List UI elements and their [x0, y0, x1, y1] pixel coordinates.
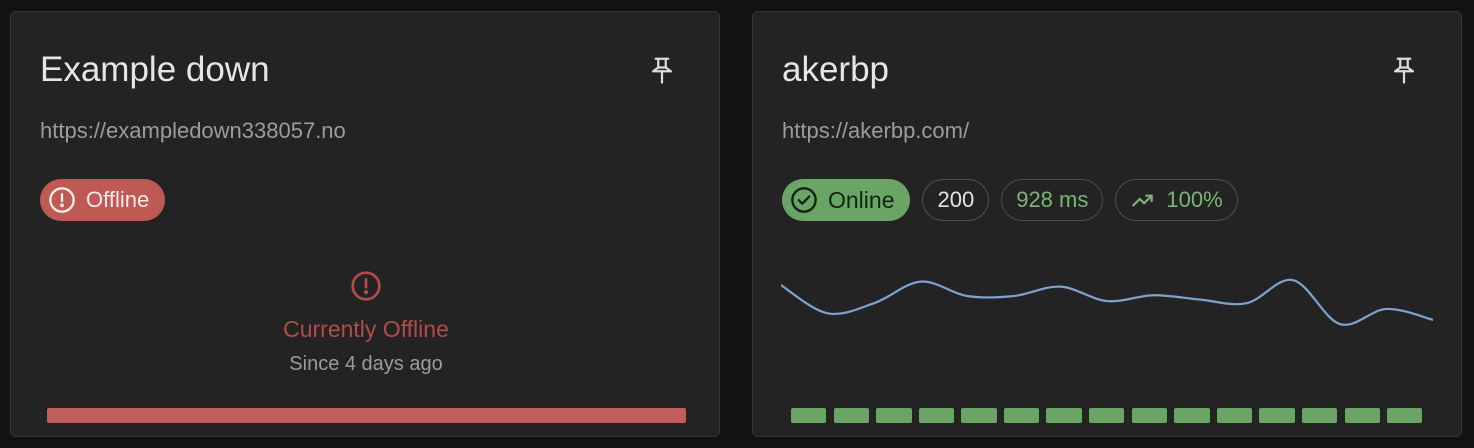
alert-circle-icon [351, 271, 381, 301]
uptime-tick[interactable] [1003, 408, 1040, 423]
status-badge: Offline [40, 179, 166, 221]
uptime-tick[interactable] [833, 408, 869, 423]
downtime-bar [47, 408, 686, 423]
uptime-tick[interactable] [1046, 408, 1082, 423]
uptime-badge: 100% [1115, 179, 1238, 221]
status-code-badge: 200 [922, 179, 990, 221]
sparkline-series-line [781, 278, 1433, 326]
alert-circle-icon [49, 187, 75, 213]
monitor-card-example-down[interactable]: Example down https://exampledown338057.n… [10, 11, 720, 437]
uptime-tick[interactable] [1344, 408, 1380, 423]
response-time-badge: 928 ms [1001, 179, 1104, 221]
status-badge: Online [782, 179, 911, 221]
status-chips: Online 200 928 ms 100% [782, 179, 1238, 221]
uptime-tick[interactable] [1131, 408, 1168, 423]
card-url[interactable]: https://exampledown338057.no [40, 118, 346, 144]
uptime-tick[interactable] [876, 408, 912, 423]
offline-notice: Currently Offline Since 4 days ago [11, 270, 721, 376]
uptime-tick[interactable] [1301, 408, 1338, 423]
offline-since: Since 4 days ago [289, 353, 443, 375]
uptime-tick[interactable] [791, 408, 827, 423]
card-url[interactable]: https://akerbp.com/ [782, 118, 969, 144]
uptime-history-bars [791, 408, 1423, 423]
dashboard: Example down https://exampledown338057.n… [0, 0, 1474, 448]
monitor-card-akerbp[interactable]: akerbp https://akerbp.com/ Online 200 92… [752, 11, 1462, 437]
uptime-tick[interactable] [1089, 408, 1125, 423]
uptime-tick[interactable] [1259, 408, 1295, 423]
status-chips: Offline [40, 179, 166, 221]
response-time-sparkline [781, 278, 1433, 326]
uptime-tick[interactable] [1174, 408, 1210, 423]
offline-message: Currently Offline [283, 316, 449, 342]
card-title: Example down [40, 50, 270, 89]
pin-icon[interactable] [647, 54, 677, 86]
uptime-tick[interactable] [961, 408, 997, 423]
uptime-tick[interactable] [1216, 408, 1253, 423]
uptime-tick[interactable] [918, 408, 955, 423]
uptime-tick[interactable] [1387, 408, 1423, 423]
check-circle-icon [791, 187, 817, 213]
card-title: akerbp [782, 50, 890, 89]
status-label: Online [828, 186, 895, 213]
pin-icon[interactable] [1389, 54, 1419, 86]
trending-up-icon [1132, 194, 1154, 207]
status-label: Offline [86, 187, 150, 212]
uptime-label: 100% [1166, 187, 1223, 212]
